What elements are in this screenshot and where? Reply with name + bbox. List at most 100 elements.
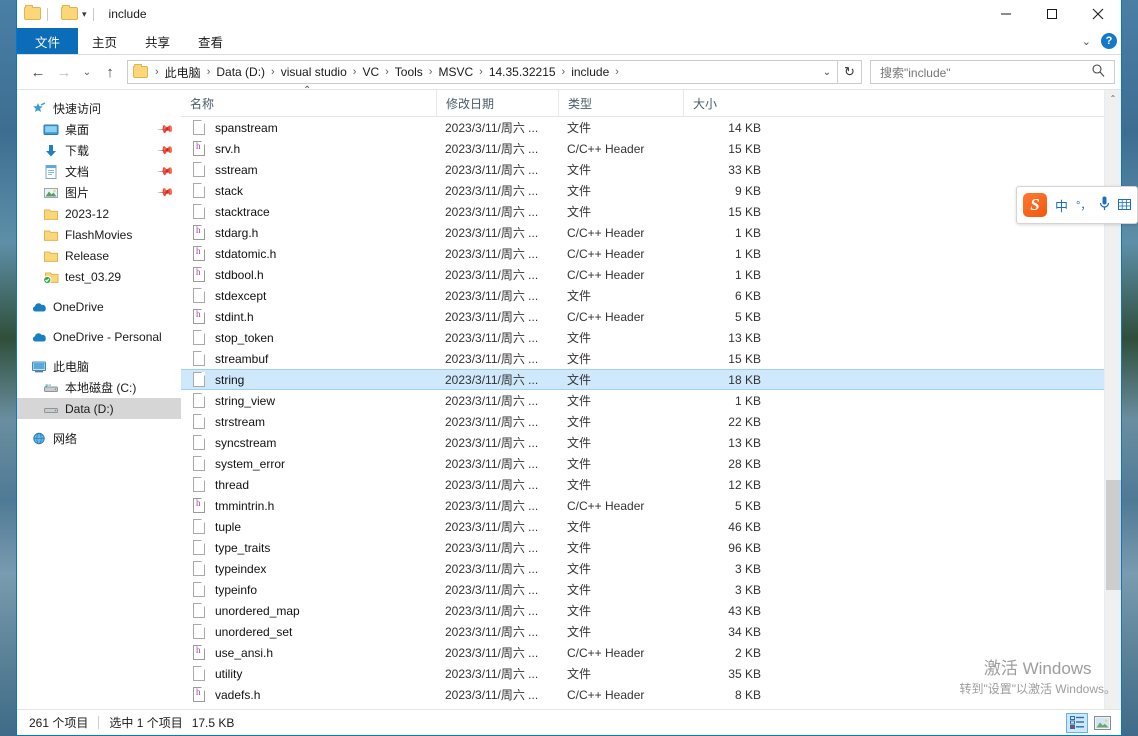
table-row[interactable]: tuple 2023/3/11/周六 ... 文件 46 KB — [181, 516, 1121, 537]
breadcrumb-tools[interactable]: Tools — [392, 65, 426, 79]
table-row[interactable]: strstream 2023/3/11/周六 ... 文件 22 KB — [181, 411, 1121, 432]
close-button[interactable] — [1075, 0, 1121, 28]
ribbon-tab-view[interactable]: 查看 — [184, 28, 237, 54]
table-row[interactable]: typeindex 2023/3/11/周六 ... 文件 3 KB — [181, 558, 1121, 579]
help-icon[interactable]: ? — [1101, 33, 1117, 49]
forward-button[interactable]: → — [51, 59, 77, 85]
search-input[interactable]: 搜索"include" — [871, 64, 1092, 81]
breadcrumb-vc[interactable]: VC — [359, 65, 382, 79]
table-row[interactable]: type_traits 2023/3/11/周六 ... 文件 96 KB — [181, 537, 1121, 558]
ime-punctuation-icon[interactable]: °， — [1076, 197, 1091, 213]
table-row[interactable]: spanstream 2023/3/11/周六 ... 文件 14 KB — [181, 117, 1121, 138]
table-row[interactable]: syncstream 2023/3/11/周六 ... 文件 13 KB — [181, 432, 1121, 453]
recent-locations-button[interactable]: ⌄ — [77, 59, 97, 85]
table-row[interactable]: streambuf 2023/3/11/周六 ... 文件 15 KB — [181, 348, 1121, 369]
breadcrumb-separator[interactable]: › — [382, 66, 392, 78]
table-row[interactable]: string 2023/3/11/周六 ... 文件 18 KB — [181, 369, 1121, 390]
sidebar-item-data-d[interactable]: Data (D:) — [17, 398, 181, 419]
table-row[interactable]: vadefs.h 2023/3/11/周六 ... C/C++ Header 8 KB — [181, 684, 1121, 705]
search-box[interactable]: 搜索"include" — [870, 60, 1115, 84]
breadcrumb-separator[interactable]: › — [426, 66, 436, 78]
address-bar[interactable]: › 此电脑 › Data (D:) › visual studio › VC ›… — [127, 60, 838, 84]
sidebar-item-documents[interactable]: 文档 📌 — [17, 161, 181, 182]
minimize-button[interactable] — [983, 0, 1029, 28]
table-row[interactable]: stdarg.h 2023/3/11/周六 ... C/C++ Header 1 KB — [181, 222, 1121, 243]
sidebar-item-2023-12[interactable]: 2023-12 — [17, 203, 181, 224]
pin-icon[interactable]: 📌 — [157, 141, 176, 160]
back-button[interactable]: ← — [25, 59, 51, 85]
breadcrumb-separator[interactable]: › — [268, 66, 278, 78]
table-row[interactable]: use_ansi.h 2023/3/11/周六 ... C/C++ Header 2 … — [181, 642, 1121, 663]
up-button[interactable]: ↑ — [97, 59, 123, 85]
table-row[interactable]: utility 2023/3/11/周六 ... 文件 35 KB — [181, 663, 1121, 684]
table-row[interactable]: string_view 2023/3/11/周六 ... 文件 1 KB — [181, 390, 1121, 411]
table-row[interactable]: thread 2023/3/11/周六 ... 文件 12 KB — [181, 474, 1121, 495]
column-header-size[interactable]: 大小 — [683, 90, 771, 116]
sidebar-item-quick-access[interactable]: 快速访问 — [17, 98, 181, 119]
breadcrumb-msvc[interactable]: MSVC — [435, 65, 476, 79]
breadcrumb-separator[interactable]: › — [476, 66, 486, 78]
sidebar-item-onedrive[interactable]: OneDrive — [17, 296, 181, 317]
sidebar-item-test-03-29[interactable]: test_03.29 — [17, 266, 181, 287]
table-row[interactable]: stop_token 2023/3/11/周六 ... 文件 13 KB — [181, 327, 1121, 348]
vertical-scrollbar[interactable]: ⌃ — [1104, 90, 1121, 710]
sidebar-item-downloads[interactable]: 下载 📌 — [17, 140, 181, 161]
pin-icon[interactable]: 📌 — [157, 120, 176, 139]
breadcrumb-include[interactable]: include — [568, 65, 612, 79]
breadcrumb-separator[interactable]: › — [350, 66, 360, 78]
sogou-logo-icon[interactable]: S — [1023, 193, 1047, 217]
sidebar-item-desktop[interactable]: 桌面 📌 — [17, 119, 181, 140]
sidebar-item-this-pc[interactable]: 此电脑 — [17, 356, 181, 377]
column-header-name[interactable]: 名称 — [181, 90, 436, 116]
address-dropdown-icon[interactable]: ⌄ — [817, 67, 837, 78]
table-row[interactable]: unordered_set 2023/3/11/周六 ... 文件 34 KB — [181, 621, 1121, 642]
quick-access-folder-icon[interactable] — [61, 5, 78, 21]
sogou-ime-bar[interactable]: S 中 °， — [1016, 186, 1138, 224]
column-header-date[interactable]: 修改日期 — [436, 90, 558, 116]
column-header-type[interactable]: 类型 — [558, 90, 683, 116]
sidebar-item-flashmovies[interactable]: FlashMovies — [17, 224, 181, 245]
table-row[interactable]: stacktrace 2023/3/11/周六 ... 文件 15 KB — [181, 201, 1121, 222]
sidebar-item-onedrive-personal[interactable]: OneDrive - Personal — [17, 326, 181, 347]
table-row[interactable]: sstream 2023/3/11/周六 ... 文件 33 KB — [181, 159, 1121, 180]
sidebar-item-release[interactable]: Release — [17, 245, 181, 266]
breadcrumb-separator[interactable]: › — [559, 66, 569, 78]
table-row[interactable]: stdbool.h 2023/3/11/周六 ... C/C++ Header 1 K… — [181, 264, 1121, 285]
address-folder-icon — [133, 64, 148, 78]
breadcrumb-data-d[interactable]: Data (D:) — [213, 65, 268, 79]
scroll-up-arrow[interactable]: ⌃ — [1105, 90, 1121, 107]
details-view-button[interactable] — [1066, 712, 1088, 733]
table-row[interactable]: srv.h 2023/3/11/周六 ... C/C++ Header 15 KB — [181, 138, 1121, 159]
ime-keyboard-icon[interactable] — [1118, 198, 1132, 213]
table-row[interactable]: stdexcept 2023/3/11/周六 ... 文件 6 KB — [181, 285, 1121, 306]
table-row[interactable]: stdint.h 2023/3/11/周六 ... C/C++ Header 5 KB — [181, 306, 1121, 327]
breadcrumb-separator[interactable]: › — [204, 66, 214, 78]
maximize-button[interactable] — [1029, 0, 1075, 28]
ribbon-tab-home[interactable]: 主页 — [78, 28, 131, 54]
quick-access-toolbar-caret[interactable]: ▾ — [82, 9, 87, 19]
pin-icon[interactable]: 📌 — [157, 183, 176, 202]
pin-icon[interactable]: 📌 — [157, 162, 176, 181]
ribbon-tab-file[interactable]: 文件 — [17, 28, 79, 54]
sidebar-item-local-disk-c[interactable]: 本地磁盘 (C:) — [17, 377, 181, 398]
chevron-down-icon[interactable]: ⌄ — [1082, 35, 1091, 48]
table-row[interactable]: system_error 2023/3/11/周六 ... 文件 28 KB — [181, 453, 1121, 474]
breadcrumb-visual-studio[interactable]: visual studio — [278, 65, 350, 79]
table-row[interactable]: stdatomic.h 2023/3/11/周六 ... C/C++ Header 1… — [181, 243, 1121, 264]
breadcrumb-version[interactable]: 14.35.32215 — [486, 65, 559, 79]
scrollbar-thumb[interactable] — [1106, 480, 1121, 590]
ime-mode-chinese[interactable]: 中 — [1055, 196, 1068, 215]
sidebar-item-network[interactable]: 网络 — [17, 428, 181, 449]
table-row[interactable]: typeinfo 2023/3/11/周六 ... 文件 3 KB — [181, 579, 1121, 600]
sidebar-item-pictures[interactable]: 图片 📌 — [17, 182, 181, 203]
large-icons-view-button[interactable] — [1091, 713, 1113, 733]
ribbon-tab-share[interactable]: 共享 — [131, 28, 184, 54]
refresh-button[interactable]: ↻ — [838, 60, 862, 84]
table-row[interactable]: stack 2023/3/11/周六 ... 文件 9 KB — [181, 180, 1121, 201]
search-icon[interactable] — [1092, 64, 1114, 80]
ime-microphone-icon[interactable] — [1099, 196, 1110, 214]
breadcrumb-separator[interactable]: › — [612, 66, 622, 78]
table-row[interactable]: tmmintrin.h 2023/3/11/周六 ... C/C++ Header 5… — [181, 495, 1121, 516]
breadcrumb-this-pc[interactable]: 此电脑 — [162, 64, 204, 81]
table-row[interactable]: unordered_map 2023/3/11/周六 ... 文件 43 KB — [181, 600, 1121, 621]
